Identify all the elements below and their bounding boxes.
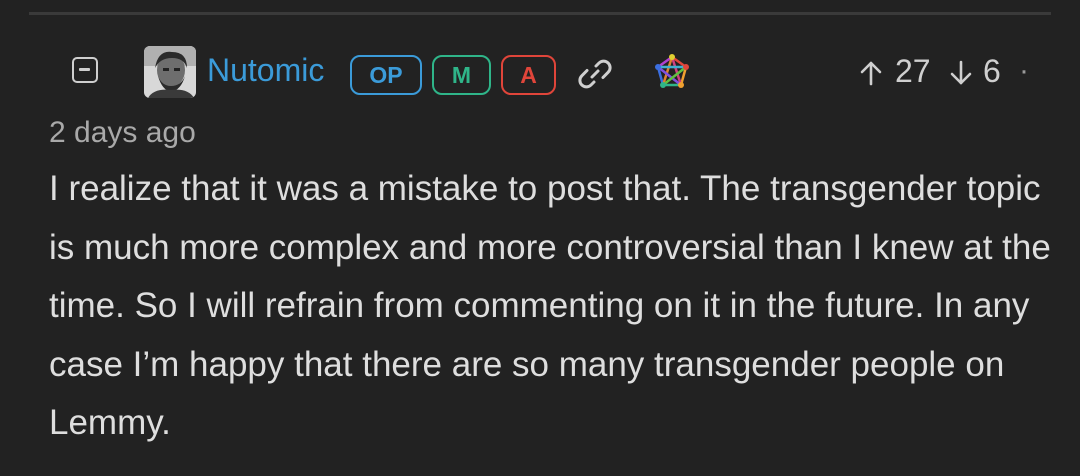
- upvote-count: 27: [895, 53, 931, 89]
- downvote-count: 6: [983, 53, 1001, 89]
- op-badge: OP: [350, 55, 422, 95]
- comment-header: Nutomic OP M A 27 6 ·: [0, 42, 1080, 100]
- link-icon[interactable]: [575, 54, 615, 94]
- author-link[interactable]: Nutomic: [207, 51, 324, 89]
- mod-badge: M: [432, 55, 491, 95]
- arrow-down-icon[interactable]: [948, 58, 974, 88]
- comment-divider: [29, 12, 1051, 15]
- more-options-button[interactable]: ·: [1019, 52, 1029, 90]
- arrow-up-icon[interactable]: [858, 58, 884, 88]
- avatar-image: [144, 46, 196, 98]
- admin-badge: A: [501, 55, 556, 95]
- comment-timestamp[interactable]: 2 days ago: [49, 114, 196, 152]
- comment-body: I realize that it was a mistake to post …: [49, 160, 1059, 453]
- comment-text: I realize that it was a mistake to post …: [49, 169, 1051, 442]
- fediverse-icon[interactable]: [652, 52, 692, 92]
- minus-square-icon[interactable]: [72, 57, 98, 83]
- avatar[interactable]: [144, 46, 196, 98]
